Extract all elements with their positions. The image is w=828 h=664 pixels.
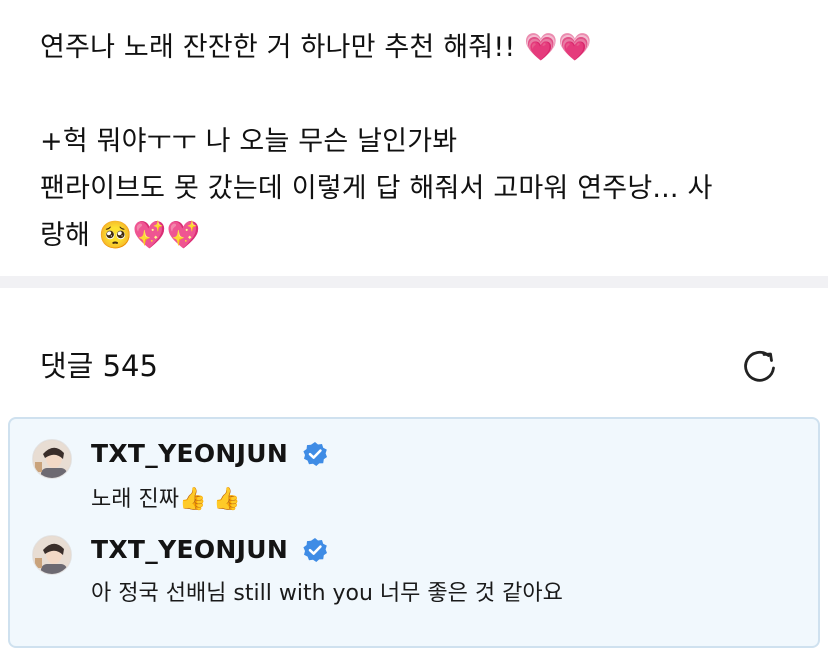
comment-author[interactable]: TXT_YEONJUN [91, 535, 288, 565]
post-line-4: 팬라이브도 못 갔는데 이렇게 답 해줘서 고마워 연주낭... 사 [40, 173, 713, 204]
post-body: 연주나 노래 잔잔한 거 하나만 추천 해줘!! 💗💗 +헉 뭐야ㅜㅜ 나 오늘… [0, 0, 828, 276]
verified-badge-icon [303, 538, 327, 562]
comment-text: 아 정국 선배님 still with you 너무 좋은 것 같아요 [91, 581, 563, 606]
comments-header: 댓글 545 [0, 288, 828, 416]
post-line-2 [40, 71, 788, 118]
section-divider [0, 276, 828, 288]
post-line-3: +헉 뭐야ㅜㅜ 나 오늘 무슨 날인가봐 [40, 126, 458, 157]
highlighted-comments: TXT_YEONJUN 노래 진짜👍 👍 TXT_YEONJUN 아 정국 선배… [8, 417, 820, 648]
avatar-image [33, 536, 71, 574]
refresh-button[interactable] [738, 344, 782, 388]
avatar-image [33, 440, 71, 478]
comment-author[interactable]: TXT_YEONJUN [91, 439, 288, 469]
post-line-1: 연주나 노래 잔잔한 거 하나만 추천 해줘!! 💗💗 [40, 32, 592, 63]
avatar[interactable] [32, 439, 72, 479]
comments-count: 댓글 545 [40, 349, 158, 383]
comment-text: 노래 진짜👍 👍 [91, 487, 241, 512]
refresh-icon [744, 350, 775, 382]
verified-badge-icon [303, 442, 327, 466]
post-line-5: 랑해 🥺💖💖 [40, 220, 201, 251]
avatar[interactable] [32, 535, 72, 575]
